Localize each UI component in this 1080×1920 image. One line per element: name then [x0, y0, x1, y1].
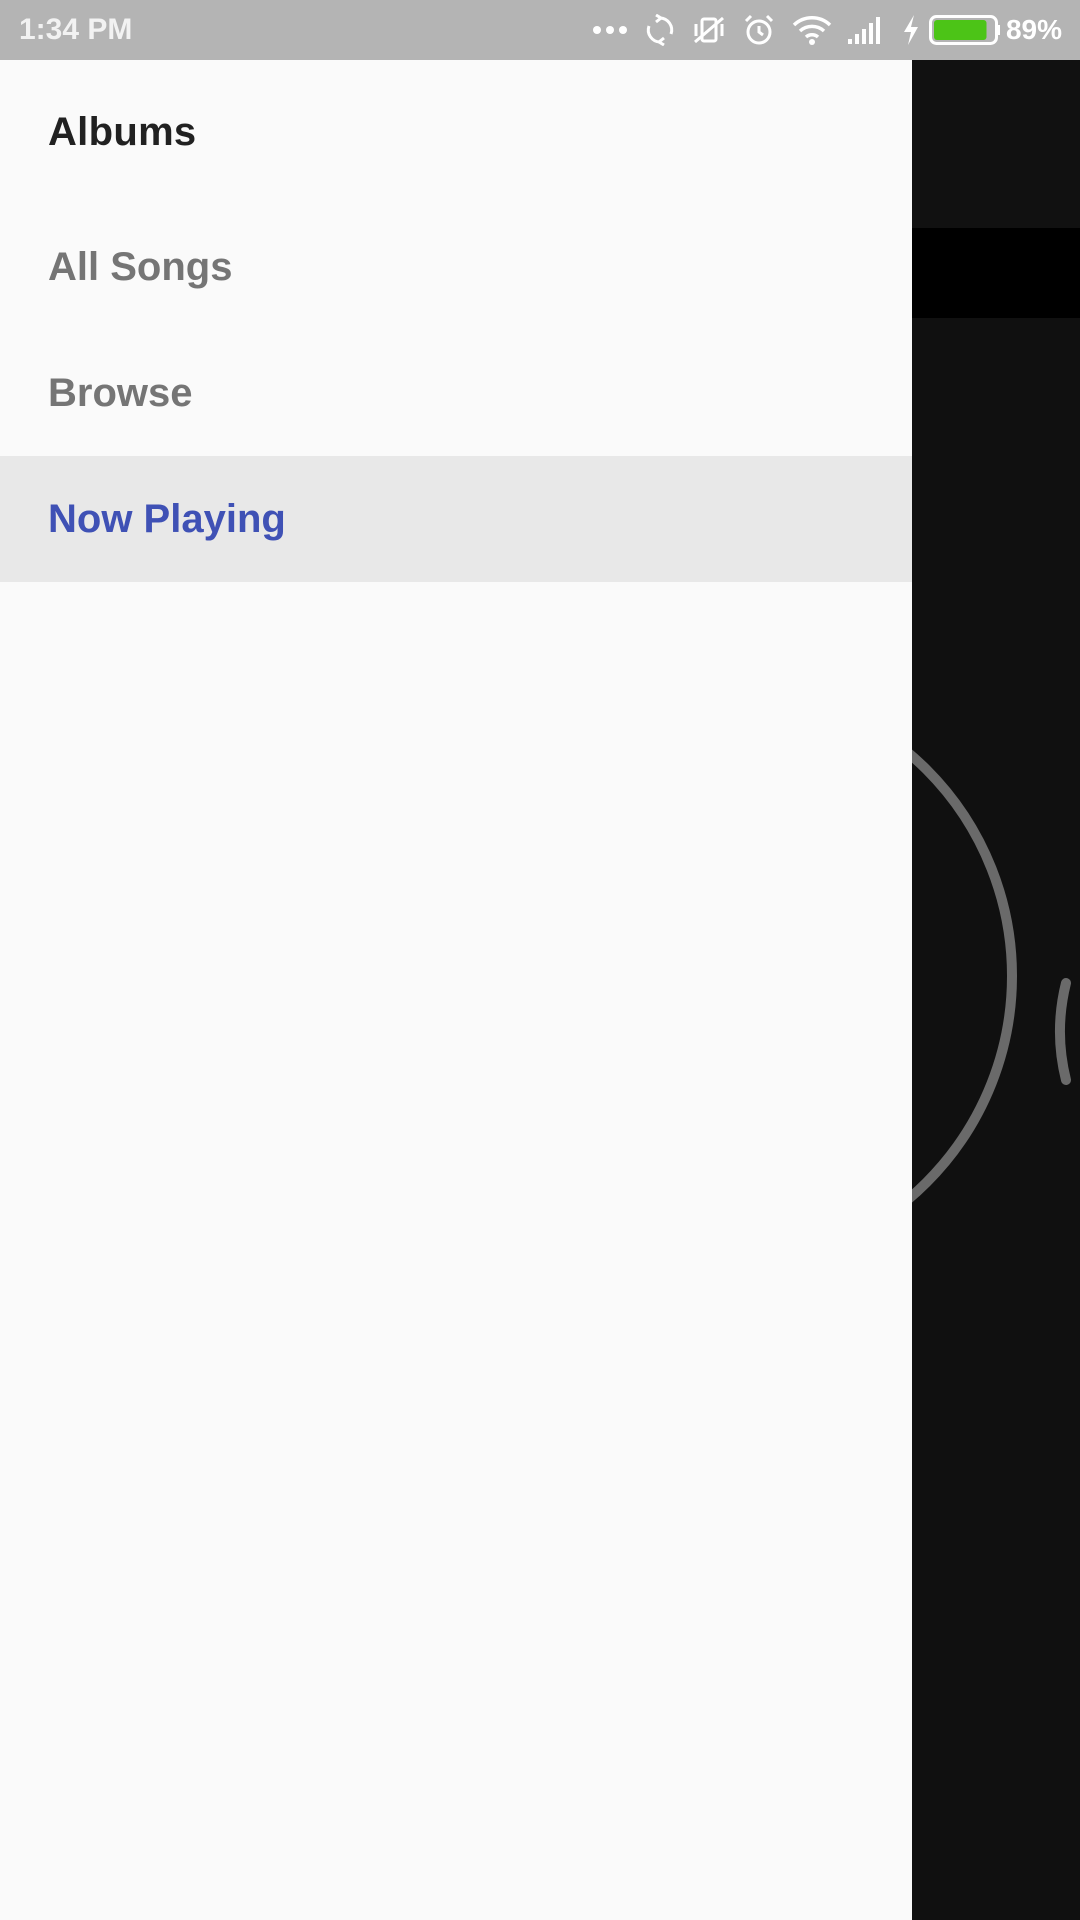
vibrate-off-icon — [690, 0, 728, 60]
charging-bolt-icon — [900, 0, 922, 60]
status-bar: 1:34 PM 89% — [0, 0, 1080, 60]
alarm-icon — [740, 0, 778, 60]
signal-icon — [846, 0, 886, 60]
navigation-drawer: Albums All Songs Browse Now Playing — [0, 60, 912, 1920]
more-dots-icon — [590, 0, 630, 60]
drawer-header: Albums — [48, 110, 197, 154]
battery-icon — [928, 0, 1002, 60]
drawer-item-now-playing[interactable]: Now Playing — [0, 456, 912, 582]
screen: 1:34 PM 89% Albums All Songs Browse Now … — [0, 0, 1080, 1920]
drawer-item-label: Browse — [48, 370, 193, 415]
drawer-item-label: All Songs — [48, 244, 233, 289]
drawer-item-all-songs[interactable]: All Songs — [0, 204, 912, 330]
inner-ring-arc — [1055, 978, 1071, 1085]
status-time: 1:34 PM — [19, 13, 133, 46]
drawer-item-label: Now Playing — [48, 496, 286, 541]
drawer-item-browse[interactable]: Browse — [0, 330, 912, 456]
sync-icon — [642, 0, 678, 60]
wifi-icon — [790, 0, 834, 60]
battery-percent: 89% — [1005, 14, 1062, 45]
